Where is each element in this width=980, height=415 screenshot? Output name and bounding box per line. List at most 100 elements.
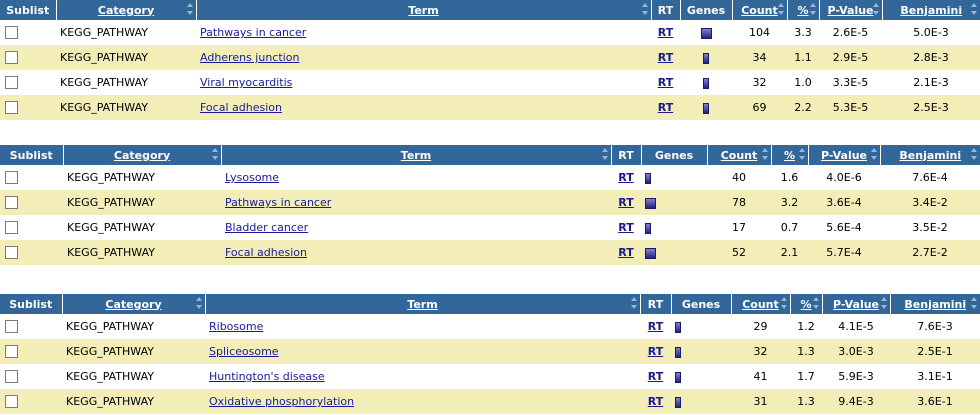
rt-header: RT — [611, 145, 642, 165]
rt-link[interactable]: RT — [648, 370, 663, 383]
benjamini-cell: 2.5E-1 — [890, 339, 980, 364]
rt-link[interactable]: RT — [618, 171, 633, 184]
rt-link[interactable]: RT — [648, 345, 663, 358]
rt-header: RT — [640, 294, 672, 314]
row-checkbox[interactable] — [5, 101, 18, 115]
category-header[interactable]: Category — [62, 294, 206, 314]
sort-arrows-icon[interactable] — [630, 297, 638, 311]
gene-bar-icon[interactable] — [645, 247, 656, 259]
term-link[interactable]: Oxidative phosphorylation — [209, 395, 354, 408]
gene-bar-icon[interactable] — [675, 346, 681, 358]
category-header[interactable]: Category — [56, 0, 197, 20]
pvalue-cell: 3.6E-4 — [808, 190, 880, 215]
table-row: KEGG_PATHWAY Focal adhesion RT 69 2.2 5.… — [0, 95, 980, 120]
sort-arrows-icon[interactable] — [798, 148, 806, 162]
rt-link[interactable]: RT — [658, 76, 673, 89]
sort-arrows-icon[interactable] — [812, 297, 820, 311]
term-header[interactable]: Term — [196, 0, 652, 20]
sort-arrows-icon[interactable] — [872, 3, 880, 17]
rt-link[interactable]: RT — [648, 395, 663, 408]
row-checkbox[interactable] — [5, 345, 18, 359]
gene-bar-icon[interactable] — [675, 396, 681, 408]
row-checkbox[interactable] — [5, 221, 18, 235]
gene-bar-icon[interactable] — [703, 77, 709, 89]
table-row: KEGG_PATHWAY Focal adhesion RT 52 2.1 5.… — [0, 240, 980, 265]
gene-bar-icon[interactable] — [703, 102, 709, 114]
sort-arrows-icon[interactable] — [195, 297, 203, 311]
count-header[interactable]: Count — [731, 294, 791, 314]
row-checkbox[interactable] — [5, 196, 18, 210]
term-link[interactable]: Lysosome — [225, 171, 279, 184]
term-link[interactable]: Ribosome — [209, 320, 263, 333]
gene-bar-icon[interactable] — [645, 172, 651, 184]
sublist-header: Sublist — [0, 145, 64, 165]
term-link[interactable]: Focal adhesion — [225, 246, 307, 259]
sort-arrows-icon[interactable] — [971, 3, 978, 17]
sort-arrows-icon[interactable] — [809, 3, 817, 17]
term-link[interactable]: Pathways in cancer — [200, 26, 306, 39]
term-link[interactable]: Adherens junction — [200, 51, 299, 64]
row-checkbox[interactable] — [5, 26, 18, 40]
percent-header[interactable]: % — [790, 294, 823, 314]
sort-arrows-icon[interactable] — [780, 297, 788, 311]
gene-bar-icon[interactable] — [700, 27, 712, 39]
term-link[interactable]: Focal adhesion — [200, 101, 282, 114]
sort-arrows-icon[interactable] — [186, 3, 194, 17]
gene-bar-icon[interactable] — [703, 52, 709, 64]
gene-bar-icon[interactable] — [645, 222, 651, 234]
sort-arrows-icon[interactable] — [761, 148, 769, 162]
term-link[interactable]: Viral myocarditis — [200, 76, 292, 89]
row-checkbox[interactable] — [5, 246, 18, 260]
gene-bar-icon[interactable] — [675, 371, 681, 383]
rt-link[interactable]: RT — [618, 196, 633, 209]
category-cell: KEGG_PATHWAY — [62, 339, 205, 364]
percent-header[interactable]: % — [771, 145, 809, 165]
row-checkbox[interactable] — [5, 51, 18, 65]
benjamini-cell: 2.1E-3 — [882, 70, 980, 95]
term-link[interactable]: Huntington's disease — [209, 370, 325, 383]
percent-cell: 1.6 — [771, 165, 808, 190]
benjamini-cell: 2.8E-3 — [882, 45, 980, 70]
rt-link[interactable]: RT — [658, 51, 673, 64]
category-header[interactable]: Category — [63, 145, 222, 165]
pvalue-header[interactable]: P-Value — [819, 0, 883, 20]
gene-bar-icon[interactable] — [675, 321, 681, 333]
term-header[interactable]: Term — [221, 145, 612, 165]
category-cell: KEGG_PATHWAY — [63, 240, 221, 265]
row-checkbox[interactable] — [5, 395, 18, 409]
sort-arrows-icon[interactable] — [971, 297, 978, 311]
term-header[interactable]: Term — [205, 294, 641, 314]
sort-arrows-icon[interactable] — [641, 3, 649, 17]
sort-arrows-icon[interactable] — [777, 3, 785, 17]
row-checkbox[interactable] — [5, 370, 18, 384]
percent-header[interactable]: % — [787, 0, 820, 20]
sublist-header: Sublist — [0, 0, 57, 20]
sort-arrows-icon[interactable] — [870, 148, 878, 162]
rt-link[interactable]: RT — [658, 101, 673, 114]
rt-link[interactable]: RT — [618, 221, 633, 234]
row-checkbox[interactable] — [5, 171, 18, 185]
row-checkbox[interactable] — [5, 76, 18, 90]
sort-arrows-icon[interactable] — [880, 297, 888, 311]
term-link[interactable]: Bladder cancer — [225, 221, 308, 234]
gene-bar-icon[interactable] — [645, 197, 656, 209]
sort-arrows-icon[interactable] — [601, 148, 609, 162]
benjamini-header[interactable]: Benjamini — [882, 0, 980, 20]
pvalue-header[interactable]: P-Value — [822, 294, 891, 314]
count-header[interactable]: Count — [707, 145, 772, 165]
count-header[interactable]: Count — [732, 0, 788, 20]
benjamini-header[interactable]: Benjamini — [880, 145, 980, 165]
category-cell: KEGG_PATHWAY — [63, 190, 221, 215]
table-row: KEGG_PATHWAY Oxidative phosphorylation R… — [0, 389, 980, 414]
pvalue-cell: 2.9E-5 — [819, 45, 882, 70]
sort-arrows-icon[interactable] — [971, 148, 978, 162]
term-link[interactable]: Spliceosome — [209, 345, 279, 358]
pvalue-header[interactable]: P-Value — [808, 145, 881, 165]
term-link[interactable]: Pathways in cancer — [225, 196, 331, 209]
row-checkbox[interactable] — [5, 320, 18, 334]
rt-link[interactable]: RT — [618, 246, 633, 259]
rt-link[interactable]: RT — [658, 26, 673, 39]
benjamini-header[interactable]: Benjamini — [890, 294, 980, 314]
rt-link[interactable]: RT — [648, 320, 663, 333]
sort-arrows-icon[interactable] — [211, 148, 219, 162]
